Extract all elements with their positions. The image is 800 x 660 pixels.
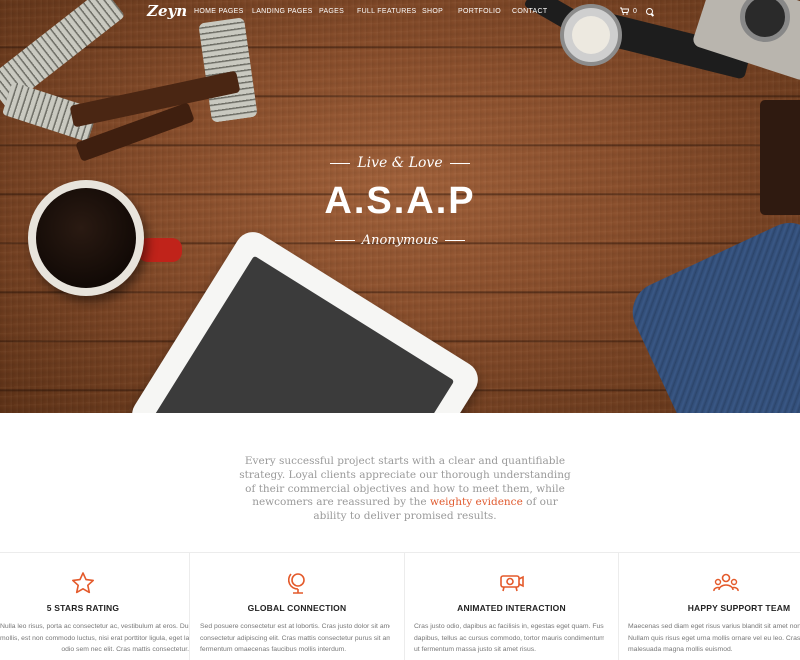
hero-banner: Zeyn HOME PAGES LANDING PAGES PAGES FULL…	[0, 0, 800, 413]
site-logo[interactable]: Zeyn	[147, 2, 187, 20]
feature-description: Maecenas sed diam eget risus varius blan…	[628, 621, 800, 656]
feature-desc-line: dapibus, tellus ac cursus commodo, torto…	[414, 634, 604, 642]
feature-description: Cras justo odio, dapibus ac facilisis in…	[414, 621, 604, 656]
hero-author: Anonymous	[0, 233, 800, 248]
features-row: 5 STARS RATING Nulla leo risus, porta ac…	[0, 552, 800, 660]
feature-title: GLOBAL CONNECTION	[247, 603, 347, 613]
feature-description: Nulla leo risus, porta ac consectetur ac…	[0, 621, 189, 656]
feature-card: 5 STARS RATING Nulla leo risus, porta ac…	[0, 553, 190, 660]
feature-desc-line: Nullam quis risus eget urna mollis ornar…	[628, 634, 800, 642]
feature-desc-line: consectetur adipiscing elit. Cras mattis…	[200, 634, 390, 642]
feature-card: GLOBAL CONNECTION Sed posuere consectetu…	[190, 553, 405, 660]
feature-desc-line: Maecenas sed diam eget risus varius blan…	[628, 623, 800, 630]
feature-card: HAPPY SUPPORT TEAM Maecenas sed diam ege…	[619, 553, 800, 660]
feature-desc-line: malesuada magna mollis euismod.	[628, 646, 733, 654]
globe-icon	[285, 570, 311, 596]
divider-line	[445, 240, 466, 241]
feature-desc-line: mollis, est non commodo luctus, nisi era…	[0, 634, 189, 642]
divider-line	[330, 162, 351, 164]
feature-title: 5 STARS RATING	[46, 603, 120, 613]
feature-title: ANIMATED INTERACTION	[457, 603, 566, 613]
nav-item-home-pages[interactable]: HOME PAGES	[194, 8, 244, 15]
search-icon[interactable]	[646, 8, 653, 15]
divider-line	[334, 240, 355, 241]
feature-description: Sed posuere consectetur est at lobortis.…	[200, 621, 390, 656]
divider-line	[449, 162, 470, 164]
feature-desc-line: Cras justo odio, dapibus ac facilisis in…	[414, 623, 604, 630]
feature-desc-line: odio sem nec elit. Cras mattis consectet…	[61, 646, 189, 654]
team-icon	[713, 570, 739, 596]
nav-item-pages[interactable]: PAGES	[319, 8, 344, 15]
hero-eyebrow: Live & Love	[0, 155, 800, 171]
star-icon	[70, 570, 96, 596]
feature-desc-line: fermentum omaecenas faucibus mollis inte…	[200, 646, 347, 654]
feature-desc-line: ut fermentum massa justo sit amet risus.	[414, 646, 537, 654]
hero-headline: A.S.A.P	[324, 180, 476, 222]
nav-item-portfolio[interactable]: PORTFOLIO	[458, 8, 501, 15]
feature-desc-line: Nulla leo risus, porta ac consectetur ac…	[0, 623, 189, 630]
feature-title: HAPPY SUPPORT TEAM	[687, 603, 791, 613]
top-navigation: Zeyn HOME PAGES LANDING PAGES PAGES FULL…	[0, 0, 800, 26]
feature-card: ANIMATED INTERACTION Cras justo odio, da…	[405, 553, 619, 660]
cart-icon[interactable]	[620, 7, 630, 17]
feature-desc-line: Sed posuere consectetur est at lobortis.…	[200, 623, 390, 630]
nav-item-contact[interactable]: CONTACT	[512, 8, 547, 15]
intro-paragraph: Every successful project starts with a c…	[235, 455, 575, 524]
hero-author-text: Anonymous	[361, 233, 439, 248]
nav-item-shop[interactable]: SHOP	[422, 8, 443, 15]
nav-item-landing-pages[interactable]: LANDING PAGES	[252, 8, 313, 15]
nav-item-full-features[interactable]: FULL FEATURES	[357, 8, 417, 15]
intro-highlight-link[interactable]: weighty evidence	[430, 496, 523, 508]
hero-eyebrow-text: Live & Love	[357, 155, 443, 171]
projector-icon	[499, 570, 525, 596]
cart-count: 0	[633, 8, 637, 15]
